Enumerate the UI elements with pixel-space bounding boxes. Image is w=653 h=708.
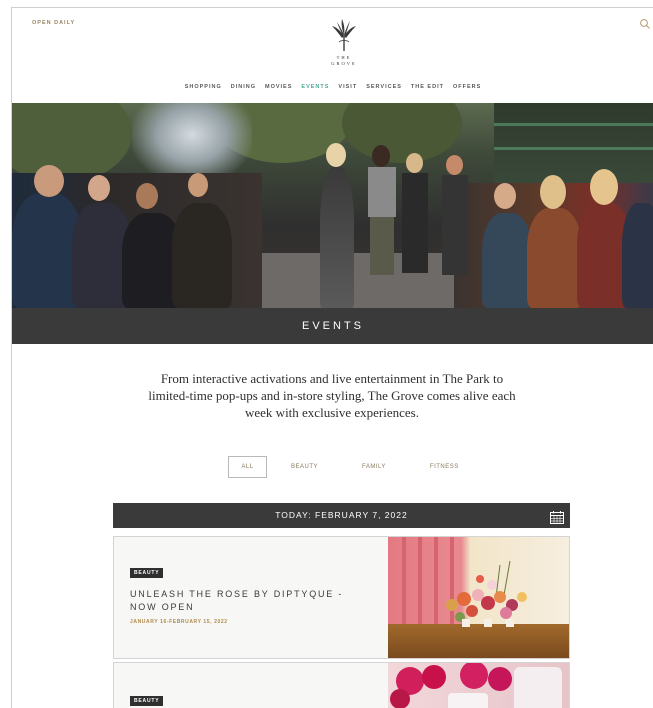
main-nav: SHOPPING DINING MOVIES EVENTS VISIT SERV… — [12, 84, 653, 90]
nav-services[interactable]: SERVICES — [366, 84, 402, 90]
page-frame: OPEN DAILY THE GROVE SHOPPING DINING MOV… — [11, 7, 653, 708]
open-daily-label: OPEN DAILY — [32, 20, 76, 26]
events-banner: EVENTS — [12, 308, 653, 344]
hero-image — [12, 103, 653, 308]
event-dates: JANUARY 16-FEBRUARY 15, 2022 — [130, 619, 228, 625]
event-filters: ALL BEAUTY FAMILY FITNESS — [228, 456, 459, 478]
grove-logo-icon — [332, 19, 356, 51]
logo-text-grove: GROVE — [331, 61, 357, 66]
filter-fitness[interactable]: FITNESS — [430, 464, 459, 470]
event-badge: BEAUTY — [130, 696, 164, 706]
date-label: TODAY: FEBRUARY 7, 2022 — [275, 510, 408, 520]
calendar-icon[interactable] — [550, 509, 564, 524]
filter-family[interactable]: FAMILY — [362, 464, 386, 470]
nav-the-edit[interactable]: THE EDIT — [411, 84, 444, 90]
filter-all[interactable]: ALL — [228, 456, 267, 478]
nav-events[interactable]: EVENTS — [301, 84, 329, 90]
nav-visit[interactable]: VISIT — [338, 84, 357, 90]
event-image — [388, 663, 569, 708]
event-image — [388, 537, 569, 658]
event-badge: BEAUTY — [130, 568, 164, 578]
nav-shopping[interactable]: SHOPPING — [185, 84, 222, 90]
date-bar: TODAY: FEBRUARY 7, 2022 — [113, 503, 570, 528]
search-icon[interactable] — [639, 17, 651, 29]
event-card[interactable]: BEAUTY — [113, 662, 570, 708]
nav-dining[interactable]: DINING — [231, 84, 256, 90]
nav-movies[interactable]: MOVIES — [265, 84, 292, 90]
intro-text: From interactive activations and live en… — [148, 371, 516, 420]
nav-offers[interactable]: OFFERS — [453, 84, 481, 90]
grove-logo[interactable]: THE GROVE — [324, 18, 364, 67]
event-card[interactable]: BEAUTY UNLEASH THE ROSE BY DIPTYQUE - NO… — [113, 536, 570, 659]
filter-beauty[interactable]: BEAUTY — [291, 464, 318, 470]
event-title[interactable]: UNLEASH THE ROSE BY DIPTYQUE - NOW OPEN — [130, 588, 365, 614]
